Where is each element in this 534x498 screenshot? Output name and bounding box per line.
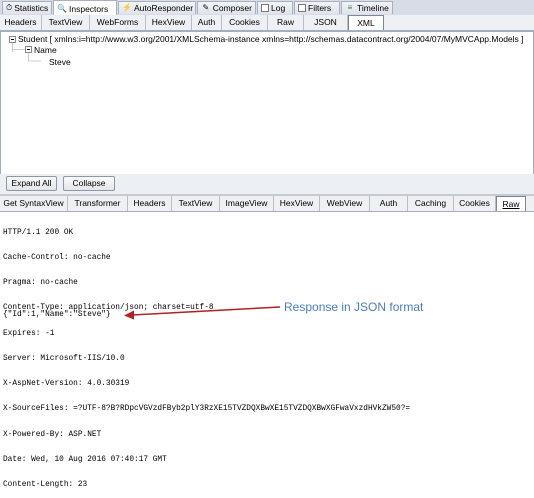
request-tab-auth[interactable]: Auth: [192, 15, 222, 30]
tab-log-label: Log: [271, 3, 286, 13]
request-tab-json[interactable]: JSON: [304, 15, 348, 30]
tab-composer[interactable]: ✎ Composer: [197, 1, 256, 14]
raw-header-line: Expires: -1: [3, 329, 55, 338]
request-tab-hexview[interactable]: HexView: [146, 15, 192, 30]
xml-node-name[interactable]: Name: [34, 45, 57, 55]
lightning-icon: ⚡: [122, 3, 132, 12]
tab-timeline[interactable]: ≡ Timeline: [341, 1, 393, 14]
expand-all-button[interactable]: Expand All: [6, 176, 57, 191]
tab-filters[interactable]: Filters: [294, 1, 340, 14]
response-tab-headers[interactable]: Headers: [128, 196, 172, 211]
response-tab-auth[interactable]: Auth: [370, 196, 408, 211]
request-tab-webforms[interactable]: WebForms: [90, 15, 146, 30]
raw-header-line: X-Powered-By: ASP.NET: [3, 430, 102, 439]
response-tab-caching[interactable]: Caching: [408, 196, 454, 211]
annotation-label: Response in JSON format: [284, 300, 424, 314]
raw-response-body: {"Id":1,"Name":"Steve"}: [3, 311, 111, 319]
raw-header-line: X-AspNet-Version: 4.0.30319: [3, 380, 130, 389]
request-tab-cookies[interactable]: Cookies: [222, 15, 268, 30]
request-tab-raw[interactable]: Raw: [268, 15, 304, 30]
response-tab-textview[interactable]: TextView: [172, 196, 220, 211]
annotation-arrow: [124, 306, 281, 320]
request-tab-xml[interactable]: XML: [348, 15, 384, 30]
raw-header-line: Content-Length: 23: [3, 481, 88, 489]
xml-node-steve[interactable]: Steve: [49, 57, 71, 67]
raw-response-headers: HTTP/1.1 200 OK Cache-Control: no-cache …: [3, 212, 410, 498]
tab-inspectors-label: Inspectors: [69, 3, 109, 14]
collapse-button[interactable]: Collapse: [63, 176, 115, 191]
tab-filters-label: Filters: [308, 3, 332, 13]
raw-header-line: Pragma: no-cache: [3, 279, 78, 288]
request-tab-headers[interactable]: Headers: [0, 15, 42, 30]
response-tab-transformer[interactable]: Transformer: [68, 196, 128, 211]
response-tab-syntaxview[interactable]: Get SyntaxView: [0, 196, 68, 211]
log-checkbox-icon: [261, 4, 269, 12]
tab-statistics[interactable]: ⏱ Statistics: [2, 1, 52, 14]
filters-checkbox-icon: [298, 4, 306, 12]
response-tab-cookies[interactable]: Cookies: [454, 196, 496, 211]
tab-statistics-label: Statistics: [14, 3, 49, 13]
stopwatch-icon: ⏱: [6, 3, 13, 12]
magnifier-icon: 🔍: [57, 3, 67, 13]
request-tab-textview[interactable]: TextView: [42, 15, 90, 30]
tab-autoresponder-label: AutoResponder: [133, 3, 194, 13]
xml-node-student[interactable]: Student [ xmlns:i=http://www.w3.org/2001…: [18, 34, 524, 44]
tree-button-bar: Expand All Collapse: [0, 174, 534, 194]
response-inspector-tabs: Get SyntaxView Transformer Headers TextV…: [0, 196, 534, 212]
raw-header-line: Date: Wed, 10 Aug 2016 07:40:17 GMT: [3, 455, 167, 464]
raw-header-line: X-SourceFiles: =?UTF-8?B?RDpcVGVzdFByb2p…: [3, 405, 411, 414]
tab-inspectors[interactable]: 🔍 Inspectors: [53, 0, 117, 16]
raw-header-line: Server: Microsoft-IIS/10.0: [3, 354, 125, 363]
tab-timeline-label: Timeline: [357, 3, 389, 13]
raw-header-line: HTTP/1.1 200 OK: [3, 228, 74, 237]
xml-tree-pane: Student [ xmlns:i=http://www.w3.org/2001…: [0, 31, 534, 175]
raw-header-line: Cache-Control: no-cache: [3, 254, 111, 263]
tab-autoresponder[interactable]: ⚡ AutoResponder: [118, 1, 196, 14]
response-tab-webview[interactable]: WebView: [320, 196, 370, 211]
response-tab-raw[interactable]: Raw: [496, 196, 526, 211]
response-tab-hexview[interactable]: HexView: [274, 196, 320, 211]
top-tab-strip: ⏱ Statistics 🔍 Inspectors ⚡ AutoResponde…: [0, 0, 534, 16]
response-tab-imageview[interactable]: ImageView: [220, 196, 274, 211]
tab-log[interactable]: Log: [257, 1, 293, 14]
pencil-icon: ✎: [202, 3, 210, 12]
timeline-icon: ≡: [347, 3, 353, 12]
tab-composer-label: Composer: [212, 3, 252, 13]
request-inspector-tabs: Headers TextView WebForms HexView Auth C…: [0, 15, 534, 31]
